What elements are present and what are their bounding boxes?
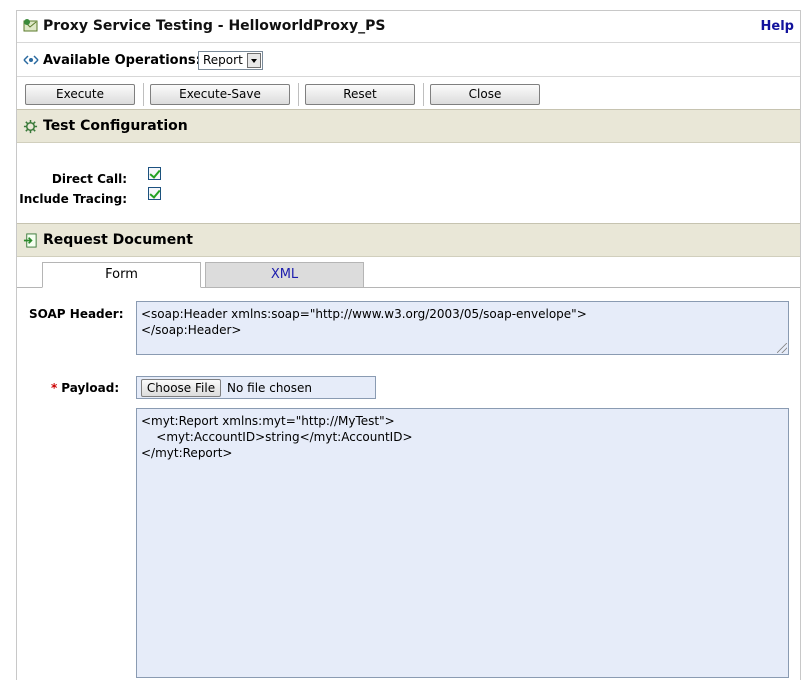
toolbar-separator [423, 83, 424, 106]
operation-select[interactable]: Report [198, 51, 263, 70]
gear-icon [23, 119, 38, 134]
proxy-service-icon [23, 19, 38, 32]
payload-label: Payload: [61, 381, 120, 395]
operations-label: Available Operations: [43, 53, 201, 68]
execute-save-button[interactable]: Execute-Save [150, 84, 290, 105]
payload-label-group: * Payload: [51, 381, 119, 395]
execute-button[interactable]: Execute [25, 84, 135, 105]
chevron-down-icon[interactable] [247, 53, 261, 68]
test-configuration-body: Direct Call: Include Tracing: [17, 144, 800, 224]
request-document-header: Request Document [17, 224, 800, 257]
document-import-icon [23, 233, 37, 248]
page-title: Proxy Service Testing - HelloworldProxy_… [43, 18, 386, 34]
operation-select-value: Report [203, 53, 243, 67]
operations-icon [23, 55, 39, 65]
soap-header-value: <soap:Header xmlns:soap="http://www.w3.o… [141, 307, 587, 337]
test-configuration-header: Test Configuration [17, 110, 800, 143]
file-status-text: No file chosen [227, 381, 313, 395]
toolbar-separator [143, 83, 144, 106]
title-bar: Proxy Service Testing - HelloworldProxy_… [17, 11, 800, 43]
close-button[interactable]: Close [430, 84, 540, 105]
request-document-title: Request Document [43, 232, 193, 248]
reset-button[interactable]: Reset [305, 84, 415, 105]
help-link[interactable]: Help [761, 19, 794, 34]
action-toolbar: Execute Execute-Save Reset Close [17, 78, 800, 110]
tab-form[interactable]: Form [42, 262, 201, 288]
payload-value: <myt:Report xmlns:myt="http://MyTest"> <… [141, 414, 413, 460]
toolbar-separator [298, 83, 299, 106]
direct-call-checkbox[interactable] [148, 167, 161, 180]
payload-file-input[interactable]: Choose File No file chosen [136, 376, 376, 399]
payload-textarea[interactable]: <myt:Report xmlns:myt="http://MyTest"> <… [136, 408, 789, 678]
proxy-test-panel: Proxy Service Testing - HelloworldProxy_… [16, 10, 801, 680]
soap-header-textarea[interactable]: <soap:Header xmlns:soap="http://www.w3.o… [136, 301, 789, 355]
test-configuration-title: Test Configuration [43, 118, 188, 134]
tab-xml[interactable]: XML [205, 262, 364, 288]
required-marker: * [51, 381, 58, 395]
include-tracing-label: Include Tracing: [19, 192, 127, 206]
choose-file-button[interactable]: Choose File [141, 379, 221, 397]
direct-call-label: Direct Call: [51, 172, 127, 186]
request-tabs: Form XML [17, 258, 800, 288]
include-tracing-checkbox[interactable] [148, 187, 161, 200]
operations-bar: Available Operations: Report [17, 44, 800, 77]
resize-handle-icon[interactable] [777, 343, 787, 353]
soap-header-label: SOAP Header: [29, 307, 124, 321]
